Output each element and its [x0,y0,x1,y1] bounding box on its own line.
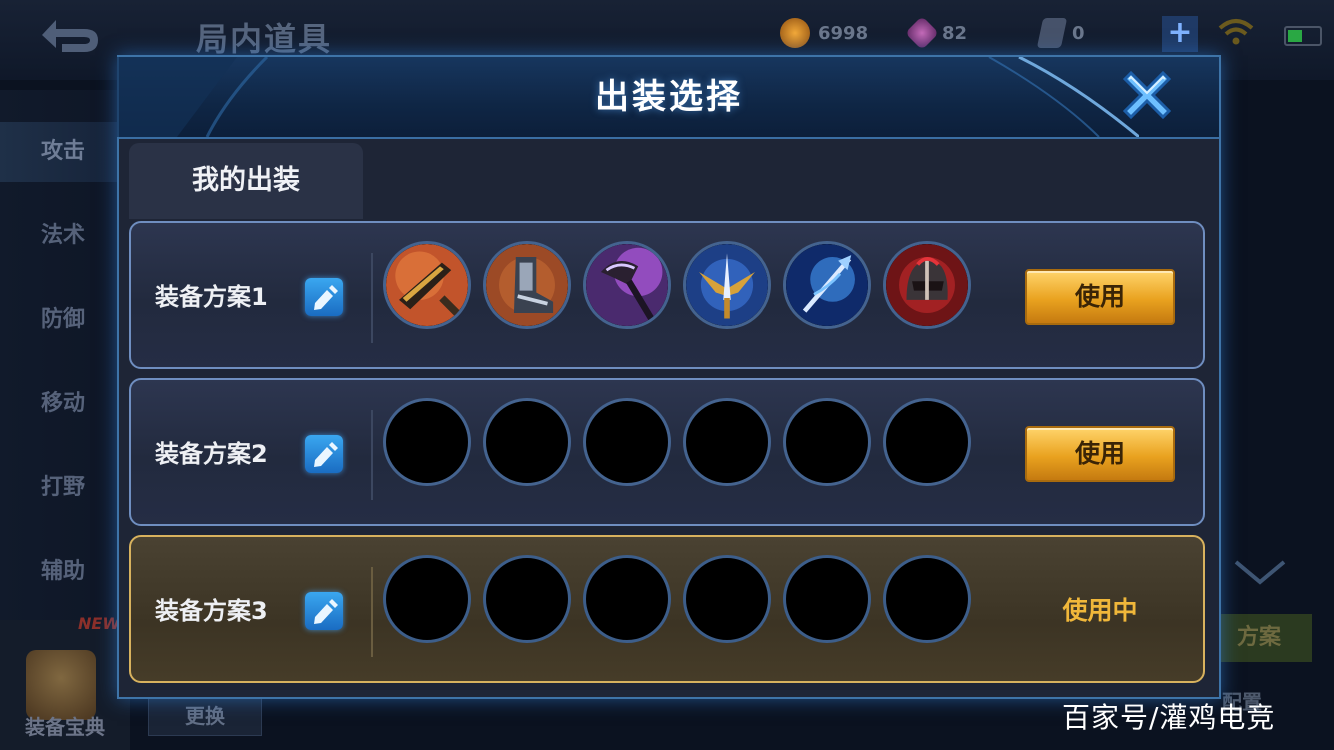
item-slot[interactable] [583,241,671,329]
gem-icon [905,16,939,50]
empty-item-slot[interactable] [483,555,571,643]
empty-item-slot[interactable] [783,398,871,486]
red-helmet-icon [886,244,968,326]
gold-value: 6998 [818,22,869,44]
dialog-title: 出装选择 [595,77,743,117]
card-counter: 0 [1036,18,1085,48]
empty-item-slot[interactable] [883,398,971,486]
sidebar-item-support[interactable]: 辅助 [0,542,130,602]
edit-icon[interactable] [305,592,343,630]
plan-name: 装备方案2 [155,440,268,468]
close-icon[interactable] [1115,63,1179,127]
empty-item-slot[interactable] [883,555,971,643]
tab-my-builds[interactable]: 我的出装 [129,143,363,219]
empty-item-slot[interactable] [383,555,471,643]
item-slot[interactable] [483,241,571,329]
build-plan-2: 装备方案2 使用 [129,378,1205,526]
empty-item-slot[interactable] [583,398,671,486]
sidebar-item-magic[interactable]: 法术 [0,206,130,266]
book-icon [26,650,96,720]
gold-coin-icon [780,18,810,48]
build-plan-1: 装备方案1 使用 [129,221,1205,369]
gold-counter: 6998 [780,18,868,48]
sidebar-item-jungle[interactable]: 打野 [0,458,130,518]
sidebar-item-label: 打野 [40,475,85,500]
edit-icon[interactable] [305,435,343,473]
use-button[interactable]: 使用 [1025,426,1175,482]
sidebar-item-label: 攻击 [40,139,85,164]
background-plan-button[interactable]: 方案 [1206,614,1312,662]
build-plan-3: 装备方案3 使用中 [129,535,1205,683]
background-plan-label: 方案 [1236,625,1281,650]
empty-item-slot[interactable] [683,398,771,486]
battery-icon [1284,26,1322,46]
swap-button[interactable]: 更换 [148,696,262,736]
sidebar-item-label: 法术 [40,223,85,248]
orange-blade-icon [386,244,468,326]
chevron-down-icon[interactable] [1232,558,1288,588]
sidebar-item-attack[interactable]: 攻击 [0,122,130,182]
card-value: 0 [1072,22,1085,44]
sidebar-item-label: 辅助 [40,559,85,584]
plan-name: 装备方案1 [155,283,268,311]
edit-icon[interactable] [305,278,343,316]
empty-item-slot[interactable] [383,398,471,486]
dialog-header: 出装选择 [117,57,1219,139]
item-slots [383,241,971,331]
item-slot[interactable] [783,241,871,329]
sidebar-item-movement[interactable]: 移动 [0,374,130,434]
ice-spear-icon [786,244,868,326]
blue-winged-sword-icon [686,244,768,326]
sidebar-item-label: 防御 [40,307,85,332]
empty-item-slot[interactable] [683,555,771,643]
codex-label: 装备宝典 [25,715,105,739]
item-slot[interactable] [683,241,771,329]
tab-label: 我的出装 [192,165,300,196]
add-currency-button[interactable]: + [1162,16,1198,52]
wifi-icon [1218,19,1254,45]
gem-counter: 82 [905,16,968,50]
divider [371,253,373,343]
divider [371,567,373,657]
item-slot[interactable] [883,241,971,329]
watermark: 百家号/灌鸡电竞 [1062,701,1276,734]
gem-value: 82 [942,22,968,44]
item-slots [383,398,971,488]
armored-boots-icon [486,244,568,326]
in-use-label: 使用中 [1062,596,1138,625]
use-button[interactable]: 使用 [1025,269,1175,325]
card-icon [1036,18,1068,48]
empty-item-slot[interactable] [783,555,871,643]
new-badge: NEW [78,614,120,633]
equipment-codex-button[interactable]: NEW 装备宝典 [0,614,130,750]
plan-name: 装备方案3 [155,597,268,625]
empty-item-slot[interactable] [483,398,571,486]
item-slots [383,555,971,645]
divider [371,410,373,500]
purple-axe-icon [586,244,668,326]
empty-item-slot[interactable] [583,555,671,643]
sidebar-item-label: 移动 [40,391,85,416]
sidebar-item-defense[interactable]: 防御 [0,290,130,350]
back-arrow-icon[interactable] [32,10,108,60]
build-select-dialog: 出装选择 我的出装 装备方案1 使用 装备方案2 使用 装备方案3 使用中 [117,55,1221,699]
item-slot[interactable] [383,241,471,329]
page-title: 局内道具 [196,20,333,58]
